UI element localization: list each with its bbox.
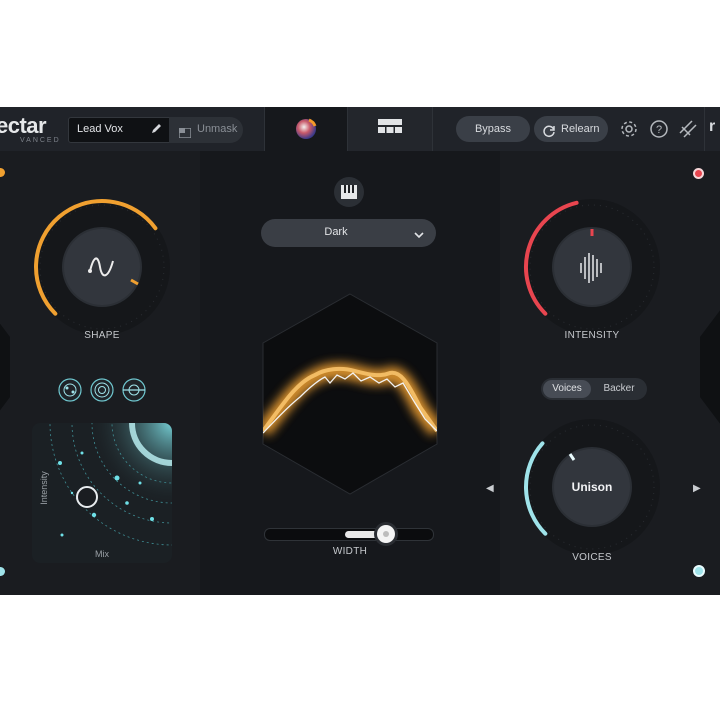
style-dropdown[interactable]: Dark xyxy=(261,219,436,247)
product-logo: ectar xyxy=(0,113,47,138)
voices-tab[interactable]: Voices xyxy=(543,380,591,398)
svg-text:?: ? xyxy=(656,124,662,136)
divider xyxy=(704,107,705,151)
arrow-left-icon[interactable]: ◀ xyxy=(486,483,494,494)
arrow-right-icon[interactable]: ▶ xyxy=(693,483,701,494)
spectrum-hexagon[interactable] xyxy=(255,291,445,497)
vocal-plugin-window: ectar VANCED Lead Vox Unmask Bypass Rele… xyxy=(0,107,720,595)
route-icon[interactable] xyxy=(678,119,698,144)
divider xyxy=(432,107,433,151)
mix-pad-x-label: Mix xyxy=(95,549,109,559)
band-marker-red[interactable] xyxy=(693,168,704,179)
unmask-label: Unmask xyxy=(197,123,238,135)
sphere-icon xyxy=(296,118,317,139)
relearn-label: Relearn xyxy=(561,123,600,135)
piano-button[interactable] xyxy=(334,177,364,207)
preset-name-field[interactable]: Lead Vox xyxy=(68,117,170,143)
shape-preset-3-icon[interactable] xyxy=(122,378,146,402)
refresh-icon xyxy=(542,122,556,148)
product-logo-subtitle: VANCED xyxy=(20,137,61,144)
intensity-label: INTENSITY xyxy=(564,330,620,341)
unmask-icon xyxy=(178,125,192,143)
mix-pad-y-label: Intensity xyxy=(39,471,49,505)
shape-preset-2-icon[interactable] xyxy=(90,378,114,402)
shape-knob[interactable] xyxy=(18,185,186,335)
grid-icon xyxy=(378,119,402,133)
shape-label: SHAPE xyxy=(84,330,120,341)
tab-main-view[interactable] xyxy=(265,107,347,151)
bypass-button[interactable]: Bypass xyxy=(456,116,530,142)
shape-preset-1-icon[interactable] xyxy=(58,378,82,402)
intensity-knob[interactable] xyxy=(508,185,676,335)
band-marker-cyan-right[interactable] xyxy=(693,565,705,577)
hex-decoration-right xyxy=(700,310,720,424)
backer-tab[interactable]: Backer xyxy=(595,380,643,398)
width-label: WIDTH xyxy=(332,546,368,557)
preset-name-text: Lead Vox xyxy=(77,123,123,135)
voices-label: VOICES xyxy=(572,552,612,563)
unmask-button[interactable]: Unmask xyxy=(169,117,243,143)
relearn-button[interactable]: Relearn xyxy=(534,116,608,142)
style-dropdown-value: Dark xyxy=(324,226,348,238)
help-icon[interactable]: ? xyxy=(649,119,669,144)
partial-edge-text: r xyxy=(709,118,716,135)
top-bar: ectar VANCED Lead Vox Unmask Bypass Rele… xyxy=(0,107,720,151)
pencil-icon[interactable] xyxy=(149,122,163,141)
voices-mode-value: Unison xyxy=(571,480,613,494)
voices-segmented-control[interactable]: Voices Backer xyxy=(541,378,647,400)
gear-icon[interactable] xyxy=(619,119,639,144)
intensity-mix-pad[interactable]: Intensity Mix xyxy=(32,423,172,563)
piano-icon xyxy=(341,185,357,199)
width-slider[interactable] xyxy=(264,525,434,543)
width-slider-thumb[interactable] xyxy=(377,525,395,543)
chevron-down-icon xyxy=(414,227,424,245)
hex-decoration-left xyxy=(0,323,10,411)
tab-assistant-view[interactable] xyxy=(348,107,432,151)
